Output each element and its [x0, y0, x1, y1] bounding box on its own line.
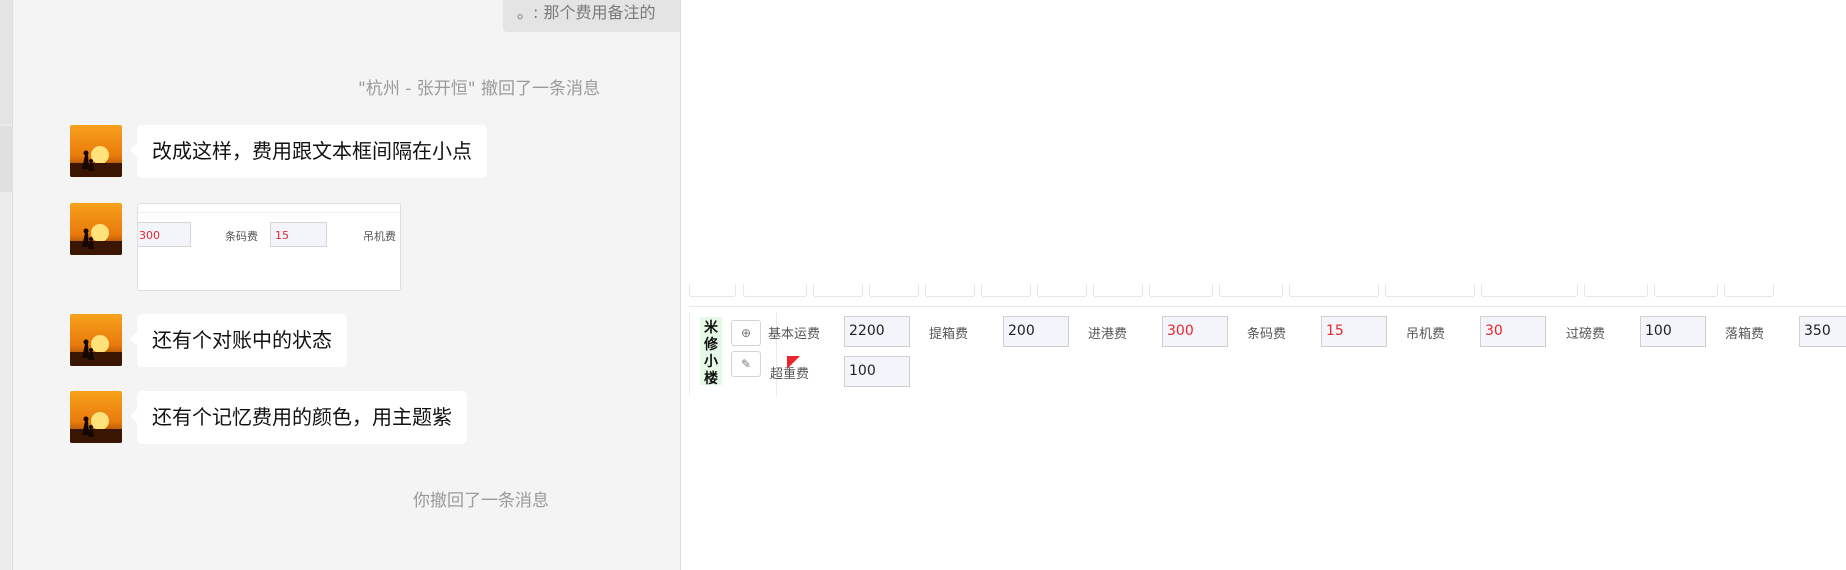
- fee-label: 基本运费: [767, 327, 820, 342]
- row-divider: [689, 306, 1846, 307]
- avatar-sunset-icon: [70, 314, 122, 366]
- header-cell: [1037, 284, 1087, 297]
- avatar[interactable]: [70, 314, 122, 366]
- avatar-sunset-icon: [70, 203, 122, 255]
- recall-notice: 你撤回了一条消息: [413, 491, 549, 511]
- preview-label: 条码费: [225, 230, 258, 243]
- fee-label: 条码费: [1246, 327, 1286, 342]
- fee-label: 提箱费: [928, 327, 968, 342]
- row-name: 米修小楼: [700, 317, 722, 387]
- fee-label: 吊机费: [1405, 327, 1445, 342]
- fee-input[interactable]: 350: [1799, 316, 1846, 347]
- header-cell: [1385, 284, 1475, 297]
- fee-panel: 米修小楼 ⊕ ✎ 基本运费 2200 提箱费 200 进港费 300 条码费 1…: [680, 0, 1846, 570]
- sidebar-segment: [0, 0, 12, 124]
- preview-input: 15: [270, 222, 327, 247]
- sidebar-segment[interactable]: [0, 126, 12, 192]
- quoted-message[interactable]: 。: 那个费用备注的: [503, 0, 693, 32]
- chat-panel: 。: 那个费用备注的 "杭州 - 张开恒" 撤回了一条消息 改成这样，费用跟文本…: [13, 0, 693, 570]
- header-cell: [1093, 284, 1143, 297]
- sidebar-edge: [0, 0, 13, 570]
- chat-message[interactable]: 还有个对账中的状态: [130, 314, 347, 367]
- header-cell: [813, 284, 863, 297]
- image-message[interactable]: 300 条码费 15 吊机费: [137, 203, 401, 291]
- recall-notice: "杭州 - 张开恒" 撤回了一条消息: [358, 79, 600, 99]
- header-cell: [1289, 284, 1379, 297]
- header-cell: [1149, 284, 1213, 297]
- avatar[interactable]: [70, 203, 122, 255]
- header-cell: [689, 284, 736, 297]
- chat-message[interactable]: 还有个记忆费用的颜色，用主题紫: [130, 391, 467, 444]
- fee-label: 进港费: [1087, 327, 1127, 342]
- divider: [138, 212, 400, 213]
- fee-label: 超重费: [769, 367, 809, 382]
- fee-input[interactable]: 100: [844, 356, 910, 387]
- header-cell: [1219, 284, 1283, 297]
- avatar-sunset-icon: [70, 125, 122, 177]
- preview-input: 300: [138, 222, 191, 247]
- chat-message[interactable]: 改成这样，费用跟文本框间隔在小点: [130, 125, 487, 178]
- header-cell: [925, 284, 975, 297]
- header-cell: [1584, 284, 1648, 297]
- header-cell: [743, 284, 807, 297]
- header-cell: [1654, 284, 1718, 297]
- header-cell: [869, 284, 919, 297]
- column-divider: [689, 312, 690, 396]
- fee-label: 落箱费: [1724, 327, 1764, 342]
- fee-label: 过磅费: [1565, 327, 1605, 342]
- avatar[interactable]: [70, 391, 122, 443]
- header-cell: [1724, 284, 1774, 297]
- avatar-sunset-icon: [70, 391, 122, 443]
- avatar[interactable]: [70, 125, 122, 177]
- preview-label: 吊机费: [363, 230, 396, 243]
- header-cell: [981, 284, 1031, 297]
- header-cell: [1481, 284, 1578, 297]
